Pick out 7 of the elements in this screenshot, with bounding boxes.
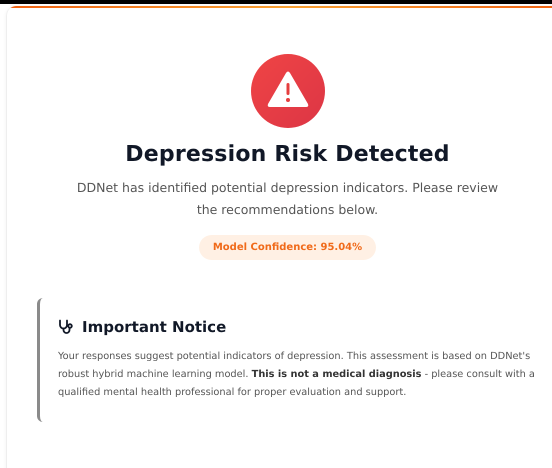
warning-icon — [250, 54, 324, 128]
result-description: DDNet has identified potential depression indicators. Please review the recommendations below. — [76, 179, 500, 219]
notice-text: Your responses suggest potential indicators of depression. This assessment is based on DDNet's robust hybrid machine learning model. This is not a medical diagnosis - please consult with a qualified mental health professional for proper evaluation and support. — [58, 350, 536, 400]
result-title: Depression Risk Detected — [125, 142, 450, 167]
notice-title: Important Notice — [82, 318, 226, 336]
stethoscope-icon — [58, 319, 74, 335]
confidence-badge: Model Confidence: 95.04% — [198, 235, 376, 260]
